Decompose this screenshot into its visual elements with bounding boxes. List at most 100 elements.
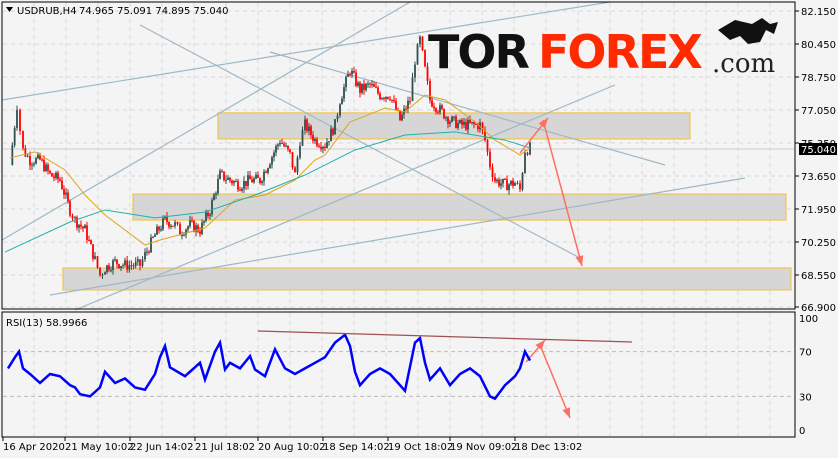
candle-body <box>294 167 296 173</box>
candle-body <box>443 108 445 119</box>
candle-body <box>29 156 31 166</box>
candle-body <box>124 260 126 266</box>
candle-body <box>162 218 164 230</box>
candle-body <box>514 183 516 186</box>
candle-body <box>67 192 69 202</box>
candle-body <box>320 146 322 149</box>
candle-body <box>197 225 199 232</box>
price-chart[interactable]: TOR FOREX .com 82.150 80.450 78.750 77.050 7… <box>0 0 838 458</box>
candle-body <box>318 145 320 147</box>
candle-body <box>421 36 424 51</box>
candle-body <box>90 240 92 245</box>
time-tick-label: 22 Jun 14:02 <box>130 442 194 453</box>
candle-body <box>332 128 334 135</box>
candle-body <box>205 212 207 221</box>
candle-body <box>349 74 351 76</box>
candle-body <box>241 188 243 191</box>
candle-body <box>128 265 131 270</box>
candle-body <box>227 177 229 180</box>
candle-body <box>141 259 144 266</box>
candle-body <box>47 164 49 171</box>
candle-body <box>277 144 279 147</box>
candle-body <box>181 234 183 236</box>
candle-body <box>253 178 255 183</box>
candle-body <box>521 173 524 190</box>
candle-body <box>43 159 45 171</box>
candle-body <box>399 110 401 121</box>
candle-body <box>287 145 289 150</box>
candle-body <box>49 170 51 174</box>
candle-body <box>261 181 263 184</box>
candle-body <box>122 265 124 267</box>
candle-body <box>381 98 383 100</box>
candle-body <box>207 212 209 216</box>
candle-body <box>414 64 416 78</box>
candle-body <box>11 145 14 165</box>
candle-body <box>146 251 148 253</box>
candle-body <box>502 178 504 184</box>
candle-body <box>435 108 437 112</box>
rsi-label: RSI(13) 58.9966 <box>6 318 87 329</box>
candle-body <box>221 170 223 172</box>
ohlc-values: 74.965 75.091 74.895 75.040 <box>79 6 229 17</box>
time-tick-label: 21 May 10:02 <box>65 442 134 453</box>
candle-body <box>416 44 419 65</box>
candle-body <box>489 151 491 168</box>
candle-body <box>471 121 473 123</box>
candle-body <box>371 84 373 86</box>
logo-forex: FOREX <box>538 25 702 79</box>
candle-body <box>80 224 82 227</box>
candle-body <box>86 225 88 240</box>
candle-body <box>257 174 259 178</box>
logo-tor: TOR <box>428 25 529 79</box>
candle-body <box>45 164 47 171</box>
candle-body <box>437 111 439 113</box>
candle-body <box>291 152 294 168</box>
candle-body <box>433 106 435 109</box>
candle-body <box>314 139 316 141</box>
candle-body <box>273 152 275 158</box>
candle-body <box>231 180 233 184</box>
candle-body <box>249 175 251 180</box>
candle-body <box>65 192 67 195</box>
price-tick-label: 82.150 <box>801 7 836 18</box>
symbol-label: USDRUB,H4 <box>17 6 77 17</box>
candle-body <box>316 139 318 146</box>
candle-body <box>267 168 269 173</box>
price-tick-label: 66.900 <box>801 303 836 314</box>
candle-body <box>110 270 112 272</box>
candle-body <box>345 76 347 88</box>
candle-body <box>419 36 421 45</box>
candle-body <box>96 256 99 268</box>
candle-body <box>239 189 241 191</box>
candle-body <box>341 98 343 105</box>
rsi-tick-label: 30 <box>799 392 812 403</box>
time-tick-label: 19 Oct 18:02 <box>388 442 453 453</box>
candle-body <box>449 121 451 124</box>
candle-body <box>512 180 514 186</box>
candle-body <box>281 142 283 144</box>
candle-body <box>510 180 512 185</box>
candle-body <box>459 120 461 124</box>
candle-body <box>154 234 156 237</box>
candle-body <box>94 256 96 259</box>
time-tick-label: 20 Aug 10:02 <box>258 442 325 453</box>
candle-body <box>322 146 324 149</box>
candle-body <box>74 217 76 219</box>
candle-body <box>347 74 349 77</box>
candle-body <box>465 121 467 130</box>
candle-body <box>389 98 391 100</box>
candle-body <box>526 152 529 155</box>
candle-body <box>69 201 71 216</box>
candle-body <box>88 239 90 241</box>
candle-body <box>247 175 249 186</box>
candle-body <box>506 179 508 191</box>
candle-body <box>185 229 187 235</box>
candle-body <box>187 226 189 230</box>
candle-body <box>219 170 221 180</box>
candle-body <box>269 164 271 169</box>
candle-body <box>148 251 150 253</box>
candle-body <box>55 172 57 179</box>
candle-body <box>176 222 179 224</box>
candle-body <box>114 259 116 261</box>
